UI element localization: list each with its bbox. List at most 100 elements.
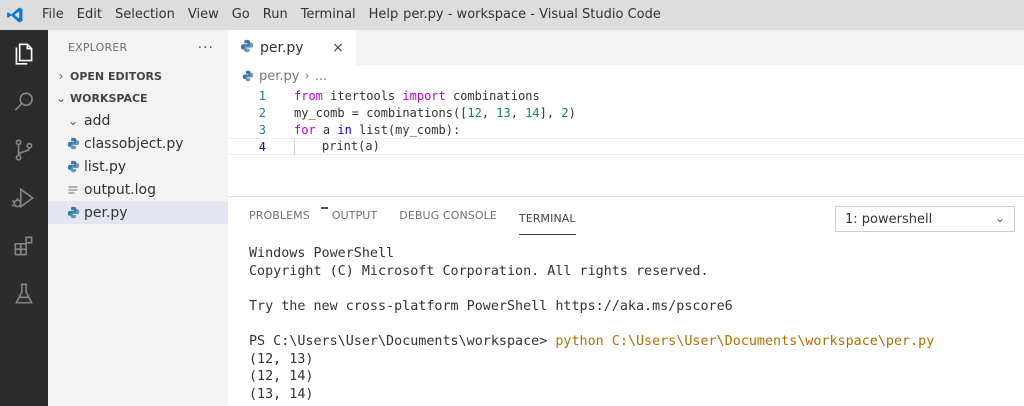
code-text: for a in list(my_comb): [294, 123, 460, 137]
file-item-add[interactable]: ⌄ add [48, 109, 228, 132]
open-editors-label: OPEN EDITORS [70, 69, 162, 83]
menu-bar: File Edit Selection View Go Run Terminal Help [30, 0, 405, 30]
code-text: my_comb = combinations([12, 13, 14], 2) [294, 106, 576, 120]
terminal-output[interactable]: Windows PowerShell Copyright (C) Microsof… [228, 235, 1024, 403]
chevron-right-icon: › [58, 69, 64, 83]
code-editor[interactable]: 1 from itertools import combinations 2 my_c… [228, 87, 1024, 155]
code-token: a [315, 122, 338, 137]
chevron-down-icon: ⌄ [55, 91, 67, 105]
chevron-down-icon: ⌄ [994, 211, 1005, 225]
editor-group: per.py × per.py › ... 1 from itertools im… [228, 30, 1024, 196]
title-bar: File Edit Selection View Go Run Terminal Help p… [0, 0, 1024, 30]
menu-selection[interactable]: Selection [108, 0, 181, 30]
python-file-icon [64, 206, 82, 219]
code-token: ) [568, 105, 576, 120]
code-token: , [510, 105, 526, 120]
tab-problems[interactable]: PROBLEMS [249, 197, 310, 235]
line-number: 4 [258, 139, 266, 154]
indent-guide [294, 138, 322, 155]
code-token: import [402, 88, 446, 103]
code-token: 2 [561, 105, 569, 120]
chevron-right-icon: › [304, 68, 310, 84]
search-icon[interactable] [0, 78, 48, 126]
explorer-icon[interactable] [0, 30, 48, 78]
breadcrumb-symbol[interactable]: ... [315, 69, 327, 84]
menu-file[interactable]: File [30, 0, 70, 30]
file-item-classobject-py[interactable]: classobject.py [48, 132, 228, 155]
editor-tab-bar: per.py × [228, 30, 1024, 65]
menu-terminal[interactable]: Terminal [294, 0, 362, 30]
code-token: in [337, 122, 352, 137]
terminal-line: (12, 13) [249, 351, 314, 367]
terminal-select-value: 1: powershell [845, 211, 933, 227]
bottom-panel: PROBLEMS OUTPUT DEBUG CONSOLE TERMINAL 1: p… [228, 196, 1024, 406]
terminal-line: Copyright (C) Microsoft Corporation. All… [249, 263, 709, 279]
line-number: 1 [258, 88, 266, 103]
source-control-icon[interactable] [0, 126, 48, 174]
run-debug-icon[interactable] [0, 174, 48, 222]
tab-terminal[interactable]: TERMINAL [518, 201, 576, 235]
python-file-icon [240, 39, 254, 57]
testing-icon[interactable] [0, 270, 48, 318]
file-item-label: output.log [84, 181, 156, 198]
activity-bar [0, 30, 48, 406]
code-token: print(a) [322, 139, 380, 153]
tab-per-py[interactable]: per.py × [228, 30, 356, 65]
close-tab-icon[interactable]: × [330, 40, 346, 56]
menu-view[interactable]: View [181, 0, 225, 30]
open-editors-section[interactable]: › OPEN EDITORS [48, 65, 228, 87]
file-item-list-py[interactable]: list.py [48, 155, 228, 178]
code-token: , [481, 105, 497, 120]
code-token: from [294, 88, 323, 103]
code-token: list(my_comb): [351, 122, 461, 137]
code-token: for [294, 122, 316, 137]
terminal-prompt: PS C:\Users\User\Documents\workspace> [249, 333, 556, 349]
file-item-label: classobject.py [84, 135, 184, 152]
terminal-line: (12, 14) [249, 369, 314, 385]
extensions-icon[interactable] [0, 222, 48, 270]
terminal-line: (13, 14) [249, 386, 314, 402]
code-token: itertools [322, 88, 403, 103]
log-file-icon [64, 184, 82, 196]
explorer-sidebar: EXPLORER ··· › OPEN EDITORS ⌄ WORKSPACE … [48, 30, 228, 406]
file-item-output-log[interactable]: output.log [48, 178, 228, 201]
menu-go[interactable]: Go [225, 0, 256, 30]
menu-help[interactable]: Help [362, 0, 405, 30]
python-file-icon [242, 70, 254, 82]
file-tree: ⌄ add classobject.py list.py output.log per.p… [48, 109, 228, 224]
terminal-line: PS C:\Users\User\Documents\workspace> py… [249, 333, 1024, 351]
code-token: 13 [496, 105, 511, 120]
explorer-header: EXPLORER ··· [48, 30, 228, 65]
menu-run[interactable]: Run [256, 0, 294, 30]
code-line: 1 from itertools import combinations [228, 87, 1024, 104]
breadcrumb-file[interactable]: per.py [259, 69, 299, 84]
more-actions-icon[interactable]: ··· [198, 40, 214, 56]
tab-output[interactable]: OUTPUT [332, 197, 377, 235]
code-text: from itertools import combinations [294, 89, 540, 103]
python-file-icon [64, 137, 82, 150]
breadcrumb: per.py › ... [228, 65, 1024, 87]
vscode-logo-icon [0, 0, 30, 30]
chevron-down-icon: ⌄ [67, 113, 79, 128]
code-token: 12 [467, 105, 482, 120]
code-token: ], [539, 105, 562, 120]
terminal-line: Try the new cross-platform PowerShell ht… [249, 298, 733, 314]
workspace-label: WORKSPACE [70, 91, 148, 105]
tab-debug-console[interactable]: DEBUG CONSOLE [399, 197, 497, 235]
workspace-section[interactable]: ⌄ WORKSPACE [48, 87, 228, 109]
file-item-per-py[interactable]: per.py [48, 201, 228, 224]
menu-edit[interactable]: Edit [70, 0, 108, 30]
terminal-select[interactable]: 1: powershell ⌄ [835, 206, 1015, 232]
file-item-label: add [84, 112, 111, 129]
terminal-line: Windows PowerShell [249, 246, 395, 261]
code-text: print(a) [294, 138, 380, 155]
code-token: my_comb = combinations([ [294, 105, 468, 120]
code-line: 3 for a in list(my_comb): [228, 121, 1024, 138]
code-line: 4 print(a) [228, 138, 1024, 155]
python-file-icon [64, 160, 82, 173]
code-token: 14 [525, 105, 540, 120]
explorer-title: EXPLORER [68, 41, 128, 54]
file-item-label: per.py [84, 204, 128, 221]
